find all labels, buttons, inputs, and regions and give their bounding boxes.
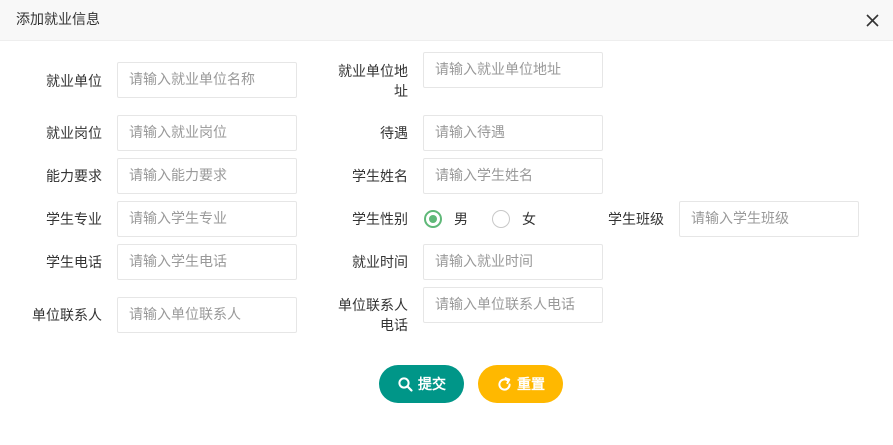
salary-label: 待遇 [380,126,408,142]
radio-unchecked-icon [492,210,510,228]
close-icon[interactable] [864,12,881,29]
contact-phone-label: 单位联系人 电话 [320,296,408,336]
employer-address-label: 就业单位地 址 [320,62,408,102]
student-class-input[interactable] [679,201,859,237]
student-name-label: 学生姓名 [352,169,408,185]
gender-option-female: 女 [522,212,536,228]
gender-label: 学生性别 [352,212,408,228]
submit-label: 提交 [418,377,446,393]
employer-address-label-line1: 就业单位地 [338,64,408,80]
contact-person-input[interactable] [117,297,297,333]
skills-input[interactable] [117,158,297,194]
student-class-label: 学生班级 [608,212,664,228]
student-name-input[interactable] [423,158,603,194]
reset-button[interactable]: 重置 [478,365,563,403]
employment-time-input[interactable] [423,244,603,280]
gender-radio-female[interactable]: 女 [492,208,536,230]
employer-address-input[interactable] [423,52,603,88]
skills-label: 能力要求 [46,169,102,185]
employer-label: 就业单位 [46,74,102,90]
salary-input[interactable] [423,115,603,151]
phone-input[interactable] [117,244,297,280]
refresh-icon [498,376,511,391]
phone-label: 学生电话 [46,255,102,271]
search-icon [398,376,413,392]
contact-phone-label-line1: 单位联系人 [338,298,408,314]
dialog-header: 添加就业信息 [0,0,893,41]
employer-address-label-line2: 址 [394,84,408,100]
submit-button[interactable]: 提交 [379,365,464,403]
contact-phone-label-line2: 电话 [380,318,408,334]
employment-time-label: 就业时间 [352,255,408,271]
dialog-title: 添加就业信息 [16,12,100,28]
major-label: 学生专业 [46,212,102,228]
position-label: 就业岗位 [46,126,102,142]
contact-phone-input[interactable] [423,287,603,323]
major-input[interactable] [117,201,297,237]
gender-radio-male[interactable]: 男 [424,208,468,230]
employer-input[interactable] [117,62,297,98]
gender-option-male: 男 [454,212,468,228]
contact-person-label: 单位联系人 [32,308,102,324]
reset-label: 重置 [517,377,545,393]
position-input[interactable] [117,115,297,151]
radio-checked-icon [424,210,442,228]
